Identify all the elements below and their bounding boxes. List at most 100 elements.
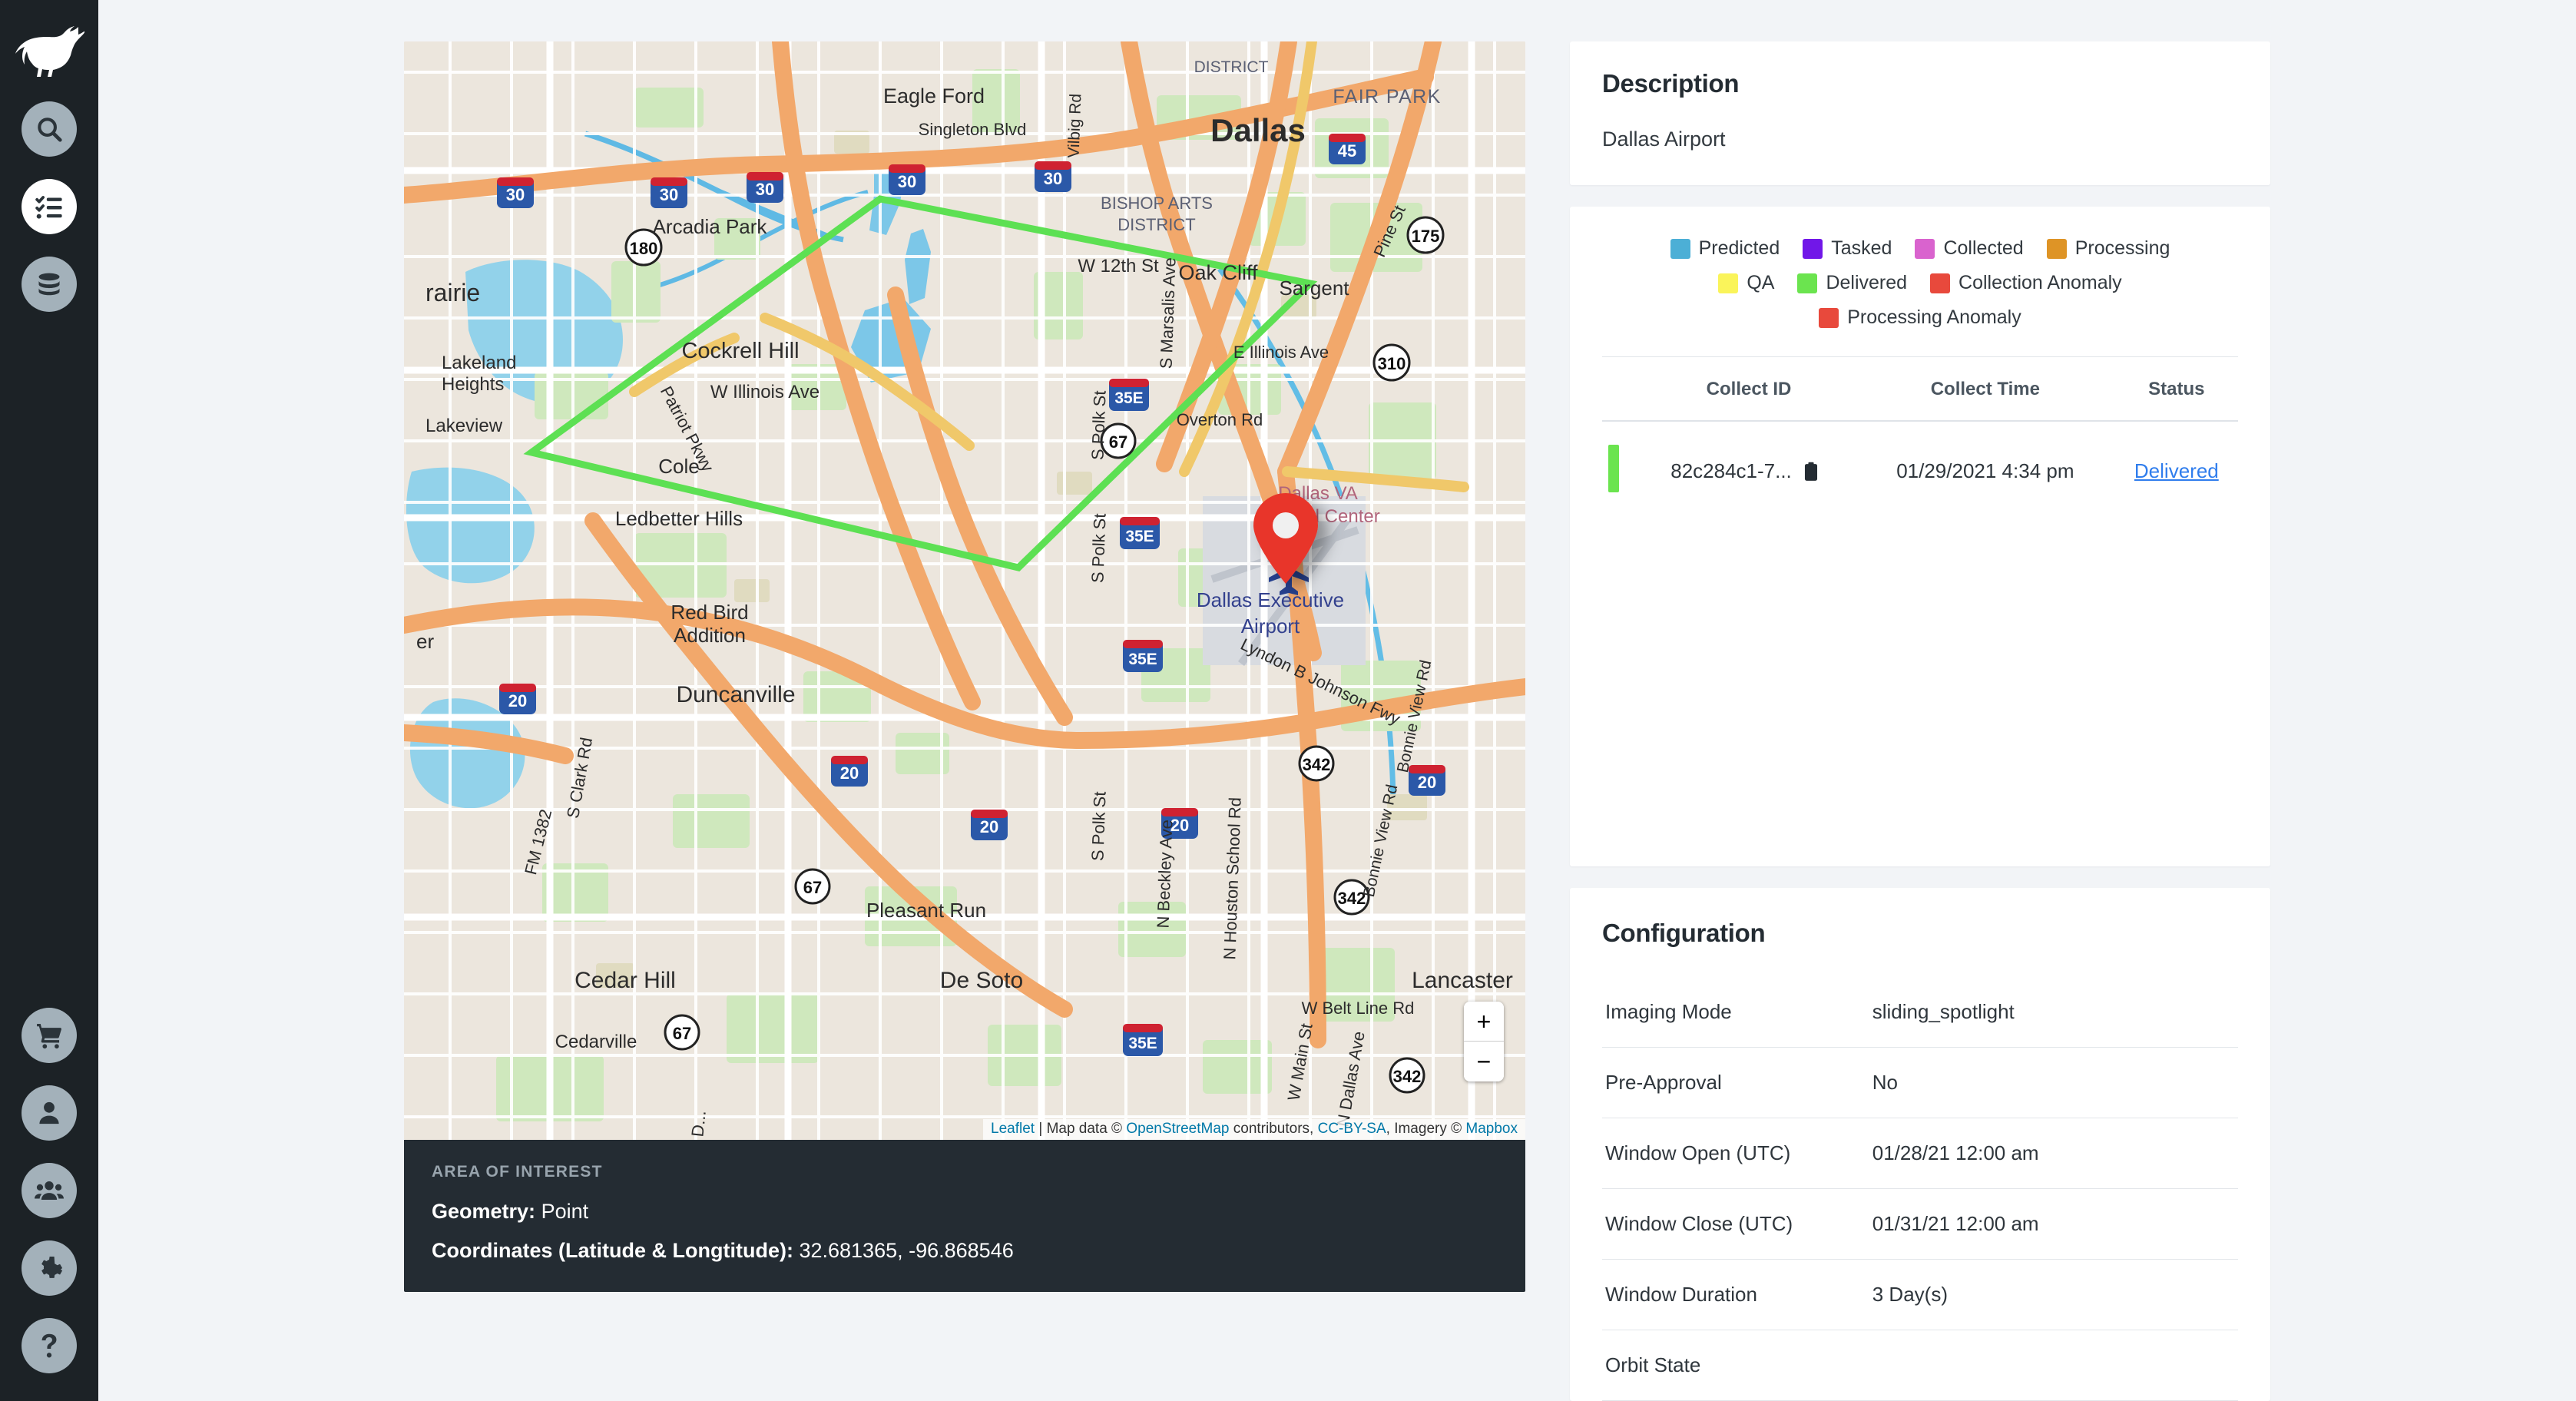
svg-text:S Polk St: S Polk St [1088,390,1109,460]
config-row-pre-approval: Pre-Approval No [1602,1047,2238,1118]
map-card[interactable]: 30 30 30 30 30 45 180 175 310 35E 35E 35… [404,41,1525,1140]
svg-text:Eagle Ford: Eagle Ford [883,84,985,108]
column-collect-id[interactable]: Collect ID [1625,357,1856,422]
sidebar-item-search[interactable] [22,101,77,157]
legend-swatch-delivered [1797,273,1818,293]
aoi-geometry-row: Geometry: Point [432,1200,1498,1224]
svg-text:Lancaster: Lancaster [1412,968,1513,993]
svg-text:30: 30 [660,185,678,204]
sidebar-bottom-group [0,1008,98,1373]
users-icon [35,1176,64,1205]
svg-text:Lakeland: Lakeland [442,353,516,373]
svg-text:W Belt Line Rd: W Belt Line Rd [1302,999,1415,1018]
leaflet-map[interactable]: 30 30 30 30 30 45 180 175 310 35E 35E 35… [404,41,1525,1140]
legend-swatch-qa [1718,273,1739,293]
legend-swatch-predicted [1670,238,1690,259]
svg-text:De Soto: De Soto [940,968,1023,993]
svg-text:S Polk St: S Polk St [1088,791,1109,861]
svg-text:Red Bird: Red Bird [670,601,748,624]
user-icon [35,1099,63,1127]
map-column: 30 30 30 30 30 45 180 175 310 35E 35E 35… [404,41,1525,1401]
sidebar-item-settings[interactable] [22,1240,77,1296]
svg-text:Cedarville: Cedarville [555,1032,637,1052]
row-status-bar-cell [1602,421,1625,521]
osm-link[interactable]: OpenStreetMap [1126,1121,1229,1137]
svg-text:DISTRICT: DISTRICT [1194,58,1269,76]
column-status[interactable]: Status [2114,357,2238,422]
svg-text:Cedar Hill: Cedar Hill [574,968,676,993]
svg-text:W Illinois Ave: W Illinois Ave [710,382,819,402]
config-key-window-duration: Window Duration [1602,1259,1869,1330]
config-value-window-duration: 3 Day(s) [1869,1259,2238,1330]
leaflet-link[interactable]: Leaflet [991,1121,1035,1137]
svg-text:S Marsalis Ave: S Marsalis Ave [1156,257,1179,369]
svg-text:35E: 35E [1125,528,1154,545]
shopping-cart-icon [35,1022,63,1049]
legend-swatch-collected [1915,238,1935,259]
legend-item-collection-anomaly: Collection Anomaly [1930,272,2122,294]
svg-text:67: 67 [1109,432,1127,452]
config-key-window-close: Window Close (UTC) [1602,1188,1869,1260]
config-row-window-open: Window Open (UTC) 01/28/21 12:00 am [1602,1118,2238,1189]
legend-item-processing: Processing [2046,237,2170,260]
table-row[interactable]: 82c284c1-7... 01/29/2021 4:34 pm Deliver… [1602,421,2238,521]
attr-sep: | [1035,1121,1047,1137]
zoom-in-button[interactable]: + [1464,1002,1504,1042]
task-list-icon [35,192,64,221]
svg-text:175: 175 [1412,227,1440,246]
svg-text:35E: 35E [1128,1035,1157,1052]
config-key-imaging-mode: Imaging Mode [1602,977,1869,1048]
svg-text:S D...: S D... [686,1110,710,1140]
status-link[interactable]: Delivered [2134,459,2219,482]
legend-row-1: Predicted Tasked Collected Processing [1602,237,2238,260]
svg-text:Cockrell Hill: Cockrell Hill [681,339,799,363]
sidebar-item-tasks[interactable] [22,179,77,234]
svg-text:Cole: Cole [658,455,699,478]
legend-item-predicted: Predicted [1670,237,1780,260]
sidebar-item-account[interactable] [22,1085,77,1141]
legend-row-3: Processing Anomaly [1602,306,2238,329]
svg-text:W 12th St: W 12th St [1078,256,1159,277]
app-root: 30 30 30 30 30 45 180 175 310 35E 35E 35… [0,0,2576,1401]
svg-text:35E: 35E [1128,651,1157,668]
attr-imagery: , Imagery © [1386,1121,1466,1137]
sidebar-item-help[interactable] [22,1318,77,1373]
svg-text:342: 342 [1303,755,1331,774]
zoom-out-button[interactable]: − [1464,1042,1504,1081]
sidebar [0,0,98,1401]
column-collect-time[interactable]: Collect Time [1856,357,2115,422]
svg-text:Sargent: Sargent [1279,277,1349,300]
config-key-window-open: Window Open (UTC) [1602,1118,1869,1189]
svg-text:30: 30 [1044,169,1062,188]
map-zoom-controls[interactable]: + − [1464,1002,1504,1081]
status-bar-column [1602,357,1625,422]
svg-text:DISTRICT: DISTRICT [1117,215,1195,234]
svg-text:Addition: Addition [674,624,746,647]
sidebar-item-archive[interactable] [22,257,77,312]
gazelle-logo[interactable] [11,20,88,84]
license-link[interactable]: CC-BY-SA [1318,1121,1386,1137]
legend-label-delivered: Delivered [1826,272,1908,293]
svg-text:Heights: Heights [442,374,504,395]
svg-text:35E: 35E [1114,389,1143,407]
svg-text:N Beckley Ave: N Beckley Ave [1154,820,1177,929]
clipboard-icon[interactable] [1803,462,1819,482]
svg-text:Pleasant Run: Pleasant Run [866,899,986,922]
aoi-geometry-value: Point [541,1200,589,1223]
legend-swatch-processing [2046,238,2067,259]
legend-swatch-processing-anomaly [1819,307,1839,328]
svg-text:S Polk St: S Polk St [1088,513,1109,583]
svg-text:E Illinois Ave: E Illinois Ave [1233,343,1329,362]
sidebar-item-cart[interactable] [22,1008,77,1063]
config-key-orbit-state: Orbit State [1602,1330,1869,1401]
collect-id-value: 82c284c1-7... [1670,459,1792,482]
status-legend: Predicted Tasked Collected Processing QA… [1602,237,2238,329]
sidebar-item-team[interactable] [22,1163,77,1218]
svg-text:30: 30 [898,172,916,191]
mapbox-link[interactable]: Mapbox [1465,1121,1518,1137]
aoi-title: AREA OF INTEREST [432,1163,603,1181]
svg-text:Singleton Blvd: Singleton Blvd [919,120,1027,139]
svg-text:rairie: rairie [425,279,480,306]
map-attribution: Leaflet | Map data © OpenStreetMap contr… [983,1119,1525,1140]
attr-prefix: Map data © [1046,1121,1127,1137]
